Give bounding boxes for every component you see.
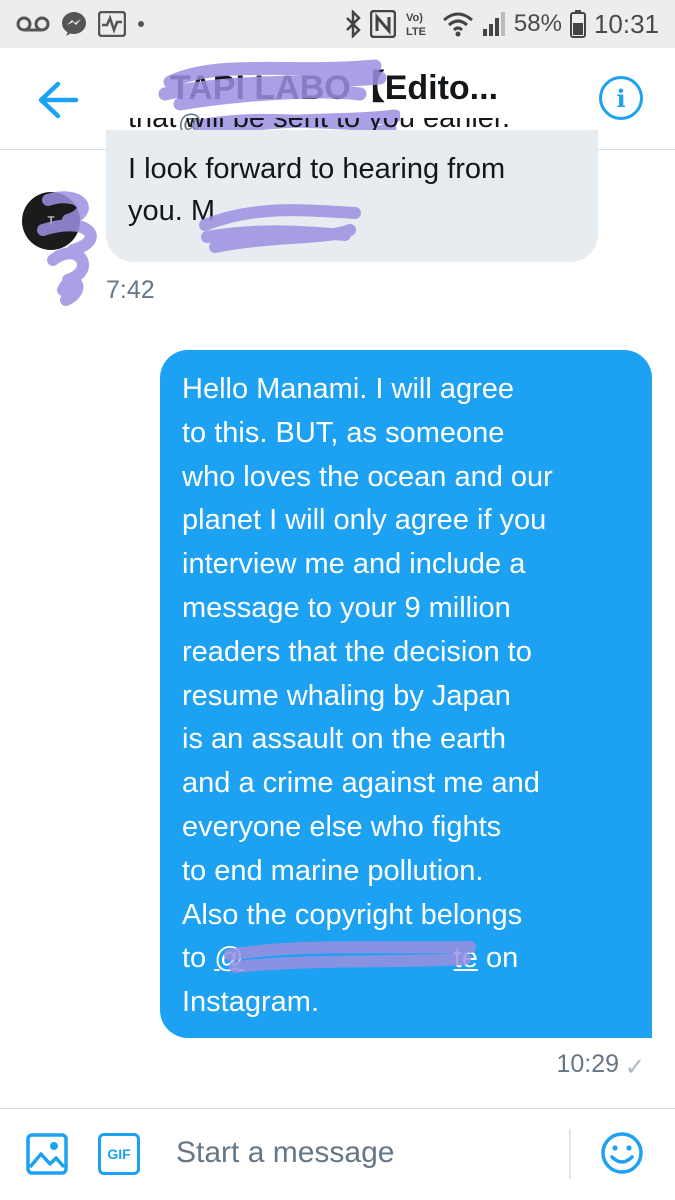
info-button[interactable]: i bbox=[599, 76, 643, 120]
arrow-left-icon bbox=[38, 81, 79, 119]
battery-icon bbox=[569, 10, 586, 38]
bluetooth-icon bbox=[344, 10, 362, 38]
outgoing-message-line: Instagram. bbox=[182, 986, 319, 1019]
image-icon bbox=[26, 1133, 68, 1175]
redaction-scribble-avatar bbox=[37, 191, 97, 306]
svg-text:LTE: LTE bbox=[406, 26, 426, 38]
redaction-scribble-handle bbox=[224, 941, 476, 973]
emoji-icon bbox=[601, 1132, 643, 1174]
emoji-button[interactable] bbox=[600, 1131, 644, 1175]
add-gif-button[interactable]: GIF bbox=[98, 1133, 140, 1175]
activity-icon bbox=[98, 11, 126, 37]
nfc-icon bbox=[369, 10, 396, 38]
outgoing-message-time: 10:29 bbox=[556, 1050, 619, 1078]
message-input[interactable] bbox=[176, 1127, 556, 1179]
message-composer: GIF bbox=[0, 1108, 675, 1200]
status-bar: Vo) LTE 58% 10:31 bbox=[0, 0, 675, 48]
add-image-button[interactable] bbox=[26, 1133, 68, 1175]
volte-icon: Vo) LTE bbox=[404, 9, 434, 39]
outgoing-message-text: Hello Manami. I will agree to this. BUT,… bbox=[182, 373, 553, 931]
notification-dot-icon bbox=[136, 19, 146, 29]
composer-divider bbox=[569, 1129, 571, 1179]
back-button[interactable] bbox=[34, 76, 82, 124]
wifi-icon bbox=[442, 11, 474, 37]
signal-icon bbox=[482, 11, 506, 37]
status-time: 10:31 bbox=[593, 8, 659, 39]
messenger-icon bbox=[60, 10, 88, 38]
voicemail-icon bbox=[16, 14, 50, 34]
battery-percentage: 58% bbox=[513, 10, 562, 37]
incoming-message-time: 7:42 bbox=[106, 276, 155, 304]
info-icon: i bbox=[616, 83, 626, 113]
check-icon: ✓ bbox=[624, 1054, 645, 1081]
svg-text:Vo): Vo) bbox=[406, 12, 423, 24]
incoming-message-line: I look forward to hearing from bbox=[128, 153, 506, 185]
redaction-scribble-signature bbox=[199, 204, 361, 253]
